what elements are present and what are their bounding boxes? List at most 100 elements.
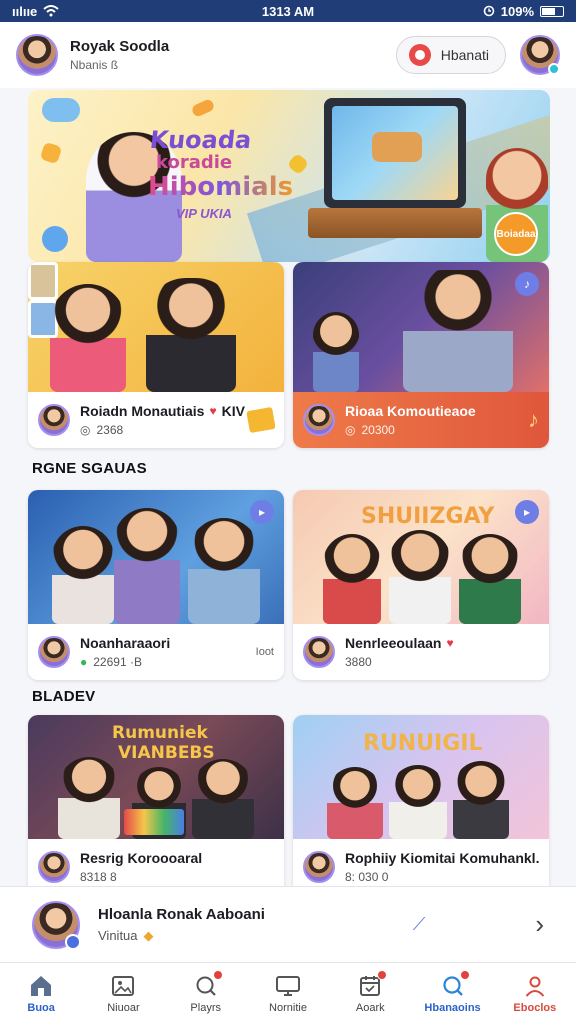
- toy-board: [124, 809, 184, 835]
- nav-item-photos[interactable]: Niuoar: [82, 963, 164, 1024]
- room-title-row: Nenrleeoulaan ♥: [345, 635, 539, 651]
- heart-icon: ♥: [209, 404, 217, 418]
- monitor-icon: [275, 974, 301, 998]
- hero-badge: Boiadaa: [494, 212, 538, 256]
- room-info: Rioaa Komoutieaoe ◎ 20300 ♪: [293, 392, 549, 448]
- room-meta: 2368: [96, 423, 124, 437]
- room-info: Noanharaaori ● 22691 ·B Ioot: [28, 624, 284, 680]
- mic-count-icon: ♪: [515, 272, 539, 296]
- room-banner-text: SHUIIZGAY: [361, 504, 495, 529]
- mic-icon[interactable]: ⟋: [413, 914, 426, 935]
- room-meta: 3880: [345, 655, 372, 669]
- room-meta: 8318 8: [80, 870, 117, 884]
- nav-item-players[interactable]: Playrs: [165, 963, 247, 1024]
- alarm-icon: [483, 5, 495, 17]
- nav-item-home[interactable]: Buoa: [0, 963, 82, 1024]
- room-title: Nenrleeoulaan: [345, 635, 442, 651]
- host-figure: [146, 278, 236, 392]
- host-figure: [58, 757, 120, 839]
- host-figure: [389, 765, 447, 839]
- nav-item-profile[interactable]: Eboclos: [494, 963, 576, 1024]
- room-extra: Ioot: [255, 646, 274, 658]
- host-avatar[interactable]: [303, 404, 335, 436]
- profile-icon: [522, 974, 548, 998]
- verified-icon: [65, 933, 81, 950]
- profile-avatar[interactable]: [520, 35, 560, 75]
- channel-avatar[interactable]: [16, 34, 58, 76]
- music-note-icon: ♪: [528, 407, 539, 432]
- room-meta-row: 8: 030 0: [345, 870, 539, 884]
- now-playing-bar[interactable]: Hloanla Ronak Aaboani Vinitua ◆ ⟋ ›: [0, 886, 576, 962]
- room-card[interactable]: RUNUIGIL Rophiiy Kiomitai Komuhankl. 8: …: [293, 715, 549, 895]
- nav-label: Eboclos: [513, 1001, 557, 1014]
- nav-item-search[interactable]: Hbanaoins: [411, 963, 493, 1024]
- host-avatar[interactable]: [38, 404, 70, 436]
- room-meta: 20300: [361, 423, 395, 437]
- shield-icon: ◆: [143, 927, 154, 943]
- room-texts: Nenrleeoulaan ♥ 3880: [345, 635, 539, 669]
- host-figure: [453, 761, 509, 839]
- host-figure: [389, 530, 451, 624]
- nav-label: Playrs: [190, 1001, 221, 1014]
- host-avatar[interactable]: [303, 851, 335, 883]
- host-avatar[interactable]: [38, 636, 70, 668]
- now-playing-subtitle: Vinitua: [98, 928, 138, 943]
- status-left: ıılııe: [12, 4, 59, 19]
- battery-icon: [540, 5, 564, 17]
- hero-desk: [308, 208, 482, 238]
- room-meta-row: ● 22691 ·B: [80, 655, 256, 669]
- status-bar: ıılııe 1313 AM 109%: [0, 0, 576, 22]
- host-figure: [188, 518, 260, 624]
- now-playing-avatar[interactable]: [32, 900, 81, 950]
- room-thumbnail: SHUIIZGAY ▸: [293, 490, 549, 624]
- wifi-icon: [43, 5, 59, 17]
- room-banner-line1: Rumuniek: [112, 723, 208, 743]
- room-title-row: Roiadn Monautiais ♥ KIV: [80, 403, 248, 419]
- nav-item-schedule[interactable]: Aoark: [329, 963, 411, 1024]
- home-icon: [28, 974, 54, 998]
- room-meta-row: 8318 8: [80, 870, 274, 884]
- search-record-icon: [193, 969, 223, 998]
- gift-box-icon: [246, 406, 276, 434]
- host-avatar[interactable]: [303, 636, 335, 668]
- room-info: Roiadn Monautiais ♥ KIV ◎ 2368: [28, 392, 284, 448]
- tablet-screen: [332, 106, 458, 200]
- calendar-icon: [357, 969, 388, 998]
- coin-icon: ◎: [80, 423, 91, 437]
- host-figure: [192, 759, 254, 839]
- nav-label: Nornitie: [269, 1001, 307, 1014]
- room-card[interactable]: Roiadn Monautiais ♥ KIV ◎ 2368: [28, 262, 284, 448]
- host-figure: [52, 526, 114, 624]
- play-badge-icon: ▸: [515, 500, 539, 524]
- app-header: Royak Soodla Nbanis ß Hbanati: [0, 22, 576, 88]
- nav-label: Buoa: [27, 1001, 55, 1014]
- live-action-button[interactable]: Hbanati: [395, 36, 506, 74]
- room-info: Nenrleeoulaan ♥ 3880: [293, 624, 549, 680]
- header-text: Royak Soodla Nbanis ß: [70, 38, 169, 72]
- room-meta-row: 3880: [345, 655, 539, 669]
- host-figure: [50, 284, 126, 392]
- room-card[interactable]: Rumuniek VIANBEBS Resrig Koroooaral 8318…: [28, 715, 284, 895]
- chevron-right-icon[interactable]: ›: [535, 909, 544, 940]
- room-texts: Roiadn Monautiais ♥ KIV ◎ 2368: [80, 403, 248, 437]
- room-banner-text: RUNUIGIL: [363, 731, 483, 756]
- room-title: Resrig Koroooaral: [80, 850, 203, 866]
- host-avatar[interactable]: [38, 851, 70, 883]
- nav-item-monitor[interactable]: Nornitie: [247, 963, 329, 1024]
- nav-label: Aoark: [355, 1001, 385, 1014]
- host-figure: [313, 312, 359, 392]
- room-card[interactable]: ♪ Rioaa Komoutieaoe ◎ 20300 ♪: [293, 262, 549, 448]
- now-playing-sub-row: Vinitua ◆: [98, 928, 265, 944]
- now-playing-title: Hloanla Ronak Aaboani: [98, 905, 265, 923]
- decor-bar-icon: [190, 97, 216, 119]
- hero-title-line3: Hibomials: [148, 172, 294, 202]
- online-indicator: [548, 63, 560, 75]
- room-card[interactable]: ▸ Noanharaaori ● 22691 ·B Ioot: [28, 490, 284, 680]
- room-meta-row: ◎ 2368: [80, 423, 248, 437]
- room-thumbnail: Rumuniek VIANBEBS: [28, 715, 284, 839]
- room-card[interactable]: SHUIIZGAY ▸ Nenrleeoulaan ♥ 3880: [293, 490, 549, 680]
- room-title: Rophiiy Kiomitai Komuhankl.: [345, 850, 539, 866]
- heart-icon: ♥: [446, 636, 454, 650]
- host-figure: [327, 767, 383, 839]
- channel-subtitle: Nbanis ß: [70, 58, 119, 72]
